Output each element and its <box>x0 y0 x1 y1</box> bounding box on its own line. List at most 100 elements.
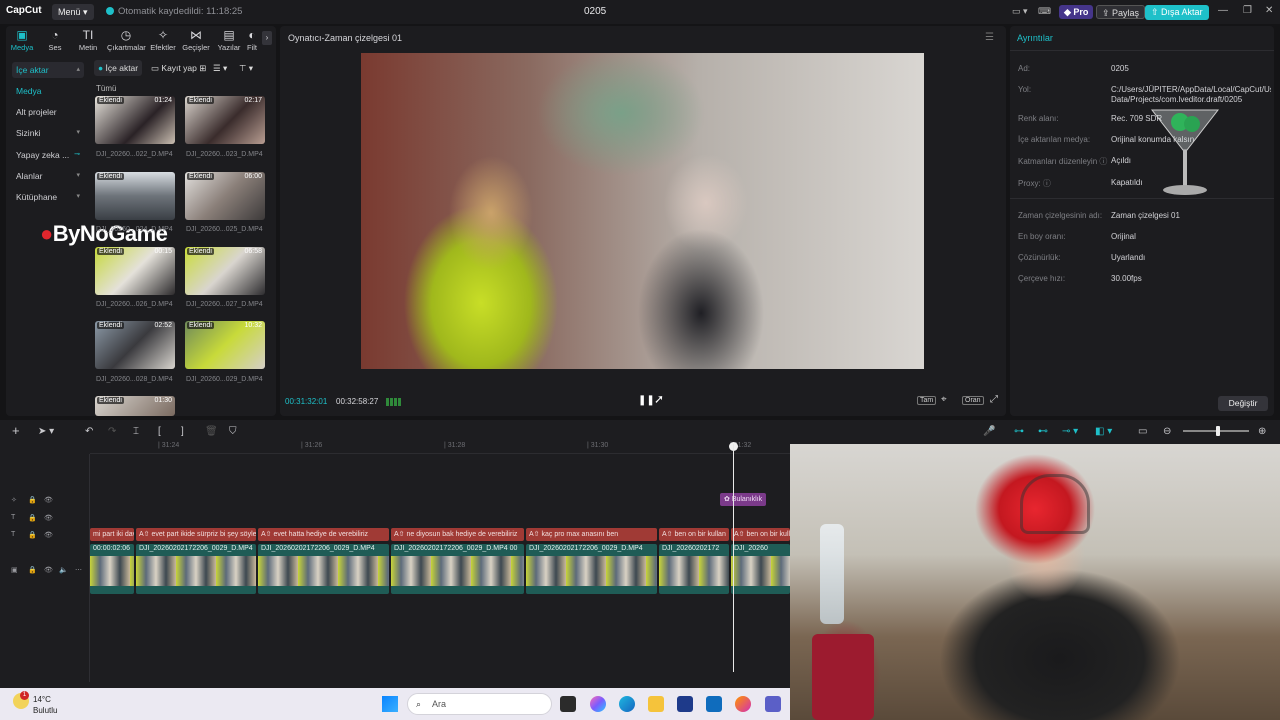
close-icon[interactable]: ✕ <box>1265 5 1273 16</box>
nav-media[interactable]: Medya <box>12 83 84 99</box>
player-menu-icon[interactable]: ☰ <box>985 32 994 43</box>
text-clip[interactable]: A⇧ ne diyosun bak hediye de verebiliriz <box>391 528 524 541</box>
zoom-slider-handle[interactable] <box>1216 426 1220 436</box>
blur-effect-clip[interactable]: ✿ Bulanıklık <box>720 493 767 506</box>
nav-subprojects[interactable]: Alt projeler <box>12 104 84 120</box>
add-track-icon[interactable]: + <box>12 423 20 438</box>
screenshot-icon[interactable]: ⌖ <box>941 394 947 405</box>
maximize-icon[interactable]: ❐ <box>1243 5 1252 16</box>
text-clip[interactable]: A⇧ ben on bir kulla <box>731 528 790 541</box>
microphone-icon[interactable]: 🎤 <box>983 426 995 437</box>
media-thumb[interactable]: Eklendi 06:00 <box>185 172 265 220</box>
lock-icon[interactable]: 🔒 <box>28 496 37 504</box>
fullscreen-icon[interactable]: ⤢ <box>990 394 998 405</box>
snap-icon[interactable]: ⊸ ▾ <box>1062 426 1078 437</box>
eye-icon[interactable]: 👁 <box>44 514 53 522</box>
video-clip[interactable]: DJI_20260202172206_0029_D.MP4 <box>258 544 389 594</box>
nav-ai[interactable]: Yapay zeka ... ⊸ <box>12 147 84 163</box>
time-ruler[interactable]: | 31:24 | 31:26 | 31:28 | 31:30 | 31:32 <box>90 440 790 454</box>
menu-button[interactable]: Menü ▾ <box>52 4 94 20</box>
outlook-icon[interactable] <box>706 696 722 712</box>
tabs-scroll-right-icon[interactable]: › <box>262 31 272 45</box>
export-button[interactable]: ⇧ Dışa Aktar <box>1145 5 1209 20</box>
undo-icon[interactable]: ↶ <box>85 426 93 437</box>
layout-icon[interactable]: ▭ ▾ <box>1012 6 1028 17</box>
more-icon[interactable]: ⋯ <box>75 566 82 574</box>
media-thumb[interactable]: Eklendi 02:17 <box>185 96 265 144</box>
marker-icon[interactable]: ⛉ <box>229 426 237 437</box>
trim-left-icon[interactable]: [ <box>158 426 161 437</box>
minimize-icon[interactable]: — <box>1218 5 1228 16</box>
text-clip[interactable]: A⇧ evet part ikide sürpriz bi şey söyle <box>136 528 256 541</box>
pause-icon[interactable]: ❚❚ <box>638 395 655 406</box>
taskbar-search[interactable]: ⌕ Ara <box>407 693 552 715</box>
share-button[interactable]: ⇪ Paylaş <box>1096 5 1146 19</box>
media-thumb[interactable]: Eklendi 02:52 <box>95 321 175 369</box>
teams-icon[interactable] <box>765 696 781 712</box>
trim-right-icon[interactable]: ] <box>181 426 184 437</box>
redo-icon[interactable]: ↷ <box>108 426 116 437</box>
tab-text[interactable]: TI Metin <box>72 26 104 52</box>
tab-captions[interactable]: ▤ Yazılar <box>213 26 245 52</box>
sort-button[interactable]: ☰ ▾ <box>209 60 231 76</box>
store-icon[interactable] <box>677 696 693 712</box>
nav-import[interactable]: İçe aktar ▴ <box>12 62 84 78</box>
edge-icon[interactable] <box>619 696 635 712</box>
tab-media[interactable]: ▣ Medya <box>6 26 38 52</box>
eye-icon[interactable]: 👁 <box>44 531 53 539</box>
nav-library[interactable]: Kütüphane ▾ <box>12 189 84 205</box>
video-clip[interactable]: 00:00:02:06 <box>90 544 134 594</box>
lock-icon[interactable]: 🔒 <box>28 514 37 522</box>
weather-widget[interactable]: 14°C Bulutlu <box>33 694 57 716</box>
select-tool-icon[interactable]: ➤ ▾ <box>38 426 54 437</box>
nav-yours[interactable]: Sizinki ▾ <box>12 125 84 141</box>
media-thumb[interactable]: Eklendi 01:24 <box>95 96 175 144</box>
media-thumb[interactable]: Eklendi 01:30 <box>95 396 175 416</box>
record-button[interactable]: ▭ Kayıt yap ⊞ <box>147 60 210 76</box>
delete-icon[interactable]: 🗑 <box>205 426 218 437</box>
file-explorer-icon[interactable] <box>648 696 664 712</box>
firefox-icon[interactable] <box>735 696 751 712</box>
zoom-in-icon[interactable]: ⊕ <box>1258 426 1266 437</box>
tab-effects[interactable]: ✧ Efektler <box>147 26 179 52</box>
filter-button[interactable]: ⊤ ▾ <box>235 60 257 76</box>
windows-start-icon[interactable] <box>382 696 398 712</box>
shortcut-icon[interactable]: ⌨ <box>1038 6 1051 17</box>
video-preview[interactable] <box>361 53 924 369</box>
lock-icon[interactable]: 🔒 <box>28 531 37 539</box>
media-thumb[interactable]: Eklendi 10:32 <box>185 321 265 369</box>
eye-icon[interactable]: 👁 <box>44 496 53 504</box>
zoom-out-icon[interactable]: ⊖ <box>1163 426 1171 437</box>
video-clip[interactable]: DJI_20260202172206_0029_D.MP4 00 <box>391 544 524 594</box>
task-view-icon[interactable] <box>560 696 576 712</box>
copilot-icon[interactable] <box>590 696 606 712</box>
lock-icon[interactable]: 🔒 <box>28 566 37 574</box>
nav-spaces[interactable]: Alanlar ▾ <box>12 168 84 184</box>
captions-toggle-icon[interactable]: ▭ <box>1138 426 1147 437</box>
media-thumb[interactable]: Eklendi <box>95 172 175 220</box>
video-clip[interactable]: DJI_20260 <box>731 544 790 594</box>
text-clip[interactable]: A⇧ evet hatta hediye de verebiliriz <box>258 528 389 541</box>
ratio-button[interactable]: Oran <box>962 396 984 405</box>
text-clip[interactable]: A⇧ kaç pro max anasını ben <box>526 528 657 541</box>
import-button[interactable]: ● İçe aktar <box>94 60 143 76</box>
video-clip[interactable]: DJI_20260202172 <box>659 544 729 594</box>
video-clip[interactable]: DJI_20260202172206_0029_D.MP4 <box>136 544 256 594</box>
info-icon[interactable]: ⓘ <box>1099 157 1107 166</box>
full-quality-button[interactable]: Tam <box>917 396 937 405</box>
tab-audio[interactable]: ◔ Ses <box>39 26 71 52</box>
magnet-icon[interactable]: ⊷ <box>1038 426 1048 437</box>
tab-stickers[interactable]: ◷ Çıkartmalar <box>107 26 146 52</box>
playhead[interactable] <box>733 444 734 672</box>
link-clips-icon[interactable]: ⊶ <box>1014 426 1024 437</box>
text-clip[interactable]: mi part iki dave <box>90 528 134 541</box>
pro-button[interactable]: ◆ Pro <box>1059 5 1094 19</box>
tab-filters[interactable]: ◐ Filt <box>244 26 260 52</box>
split-icon[interactable]: ⌶ <box>133 426 139 437</box>
video-clip[interactable]: DJI_20260202172206_0029_D.MP4 <box>526 544 657 594</box>
change-button[interactable]: Değiştir <box>1218 396 1268 411</box>
media-thumb[interactable]: Eklendi 06:58 <box>185 247 265 295</box>
preview-axis-icon[interactable]: ◧ ▾ <box>1095 426 1112 437</box>
info-icon[interactable]: ⓘ <box>1043 179 1051 188</box>
speaker-icon[interactable]: 🔈 <box>59 566 68 574</box>
